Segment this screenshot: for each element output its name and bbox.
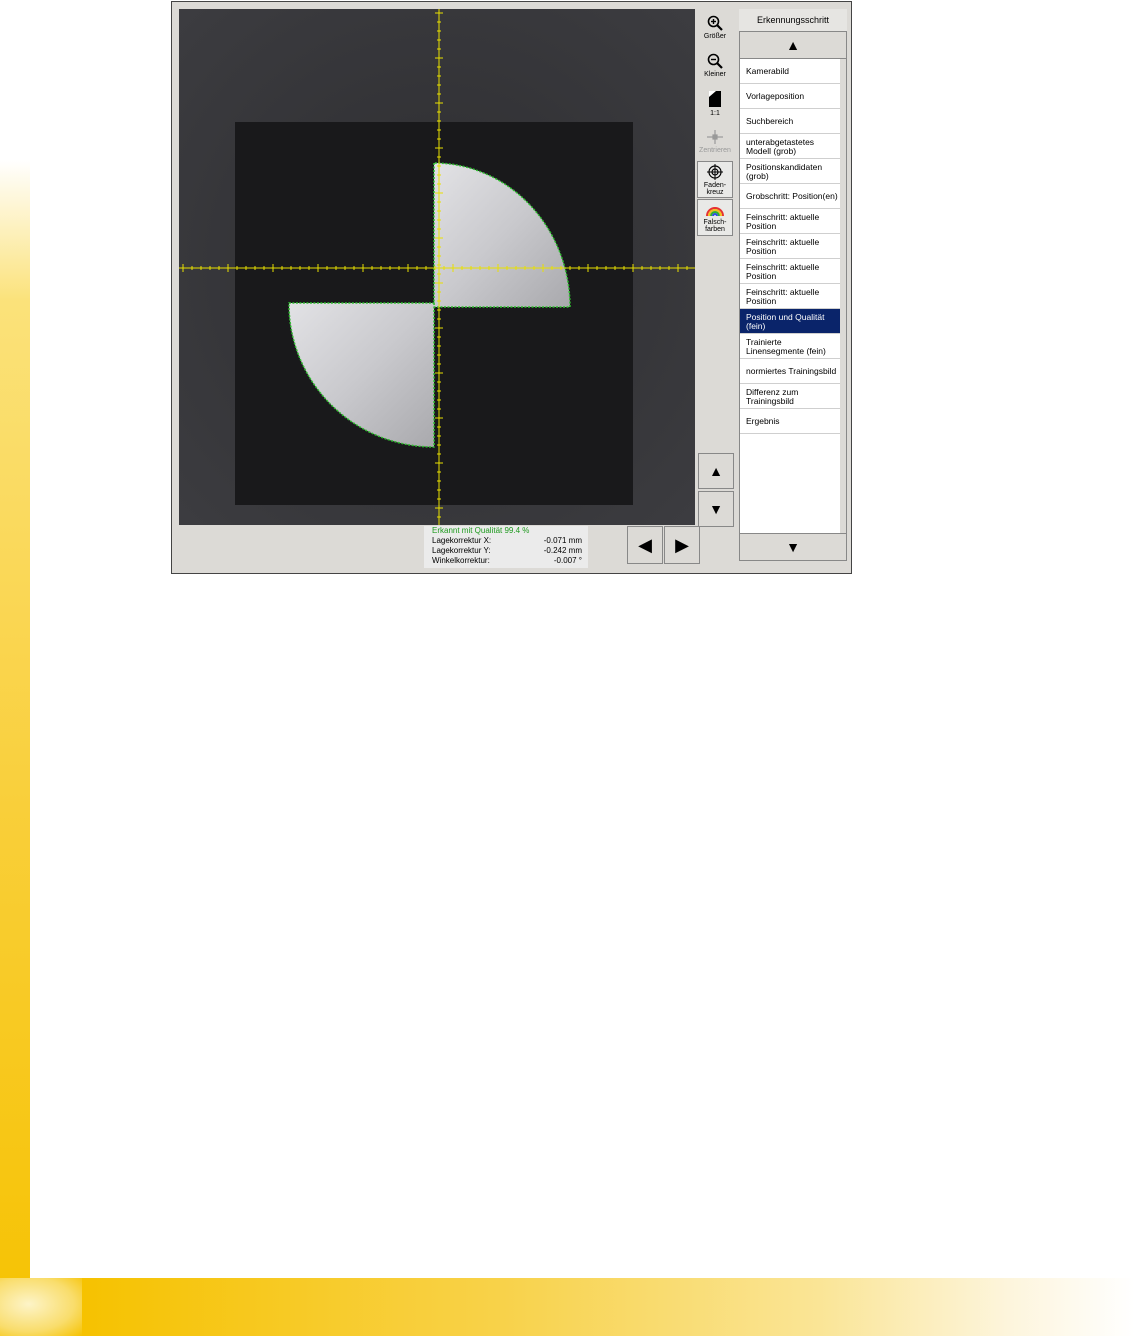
step-item[interactable]: Positionskandidaten (grob) (740, 159, 840, 184)
arrow-down-icon: ▼ (709, 501, 723, 517)
step-item[interactable]: Feinschritt: aktuelle Position (740, 209, 840, 234)
status-bar: Erkannt mit Qualität 99.4 % Lagekorrektu… (179, 525, 700, 569)
steps-scroll-down-button[interactable]: ▼ (739, 533, 847, 561)
arrow-right-icon: ▶ (675, 534, 689, 555)
quality-text: Erkannt mit Qualität 99.4 % (432, 526, 530, 535)
steps-list: Kamerabild Vorlageposition Suchbereich unte… (739, 59, 847, 533)
zoom-out-label: Kleiner (704, 71, 726, 78)
step-item[interactable]: Grobschritt: Position(en) (740, 184, 840, 209)
zoom-out-button[interactable]: Kleiner (697, 47, 733, 84)
step-item[interactable]: Feinschritt: aktuelle Position (740, 284, 840, 309)
tools-scroll-up-button[interactable]: ▲ (698, 453, 734, 489)
step-item[interactable]: Kamerabild (740, 59, 840, 84)
y-correction-row: Lagekorrektur Y: -0.242 mm (424, 546, 588, 556)
zoom-in-icon (707, 15, 723, 31)
angle-correction-row: Winkelkorrektur: -0.007 ° (424, 556, 588, 566)
tools-scroll-down-button[interactable]: ▼ (698, 491, 734, 527)
x-correction-row: Lagekorrektur X: -0.071 mm (424, 536, 588, 546)
step-item[interactable]: Feinschritt: aktuelle Position (740, 234, 840, 259)
one-to-one-button[interactable]: 1:1 (697, 85, 733, 122)
y-correction-value: -0.242 mm (543, 546, 582, 555)
result-panel: Erkannt mit Qualität 99.4 % Lagekorrektu… (424, 526, 588, 568)
one-to-one-icon (709, 91, 721, 107)
steps-panel: Erkennungsschritt ▲ Kamerabild Vorlagepos… (739, 9, 847, 569)
step-item[interactable]: Trainierte Linensegmente (fein) (740, 334, 840, 359)
x-correction-label: Lagekorrektur X: (432, 536, 492, 545)
arrow-up-icon: ▲ (709, 463, 723, 479)
center-button[interactable]: Zentrieren (697, 123, 733, 160)
step-item[interactable]: Position und Qualität (fein) (740, 309, 840, 334)
camera-image[interactable] (179, 9, 695, 525)
x-correction-value: -0.071 mm (543, 536, 582, 545)
crosshair-label: Faden- kreuz (703, 181, 727, 196)
false-color-label: Falsch- farben (703, 218, 727, 233)
center-icon (707, 130, 723, 144)
step-item[interactable]: Suchbereich (740, 109, 840, 134)
step-item[interactable]: Ergebnis (740, 409, 840, 434)
zoom-in-button[interactable]: Größer (697, 9, 733, 46)
page-decoration-corner (0, 1278, 82, 1336)
steps-scroll-up-button[interactable]: ▲ (739, 31, 847, 59)
arrow-up-icon: ▲ (786, 37, 800, 53)
steps-title: Erkennungsschritt (739, 9, 847, 31)
previous-button[interactable]: ◀ (627, 526, 663, 564)
center-label: Zentrieren (699, 147, 731, 154)
angle-correction-label: Winkelkorrektur: (432, 556, 490, 565)
crosshair-icon (707, 163, 723, 180)
step-item[interactable]: unterabgetastetes Modell (grob) (740, 134, 840, 159)
steps-scrollbar[interactable] (840, 59, 846, 533)
arrow-down-icon: ▼ (786, 539, 800, 555)
step-item[interactable]: Differenz zum Trainingsbild (740, 384, 840, 409)
crosshair-button[interactable]: Faden- kreuz (697, 161, 733, 198)
vision-window: Erkannt mit Qualität 99.4 % Lagekorrektu… (171, 1, 852, 574)
one-to-one-label: 1:1 (710, 110, 720, 117)
page-decoration-left (0, 160, 30, 1336)
zoom-out-icon (707, 53, 723, 69)
tool-column: Größer Kleiner 1:1 Zentrieren Faden- kre… (697, 9, 735, 569)
page-decoration-bottom (82, 1278, 1135, 1336)
step-item[interactable]: Feinschritt: aktuelle Position (740, 259, 840, 284)
rainbow-icon (706, 206, 724, 216)
angle-correction-value: -0.007 ° (553, 556, 582, 565)
step-item[interactable]: normiertes Trainingsbild (740, 359, 840, 384)
zoom-in-label: Größer (703, 33, 727, 40)
step-item[interactable]: Vorlageposition (740, 84, 840, 109)
y-correction-label: Lagekorrektur Y: (432, 546, 491, 555)
arrow-left-icon: ◀ (638, 534, 652, 555)
false-color-button[interactable]: Falsch- farben (697, 199, 733, 236)
horizontal-nav: ◀ ▶ (627, 526, 702, 566)
next-button[interactable]: ▶ (664, 526, 700, 564)
